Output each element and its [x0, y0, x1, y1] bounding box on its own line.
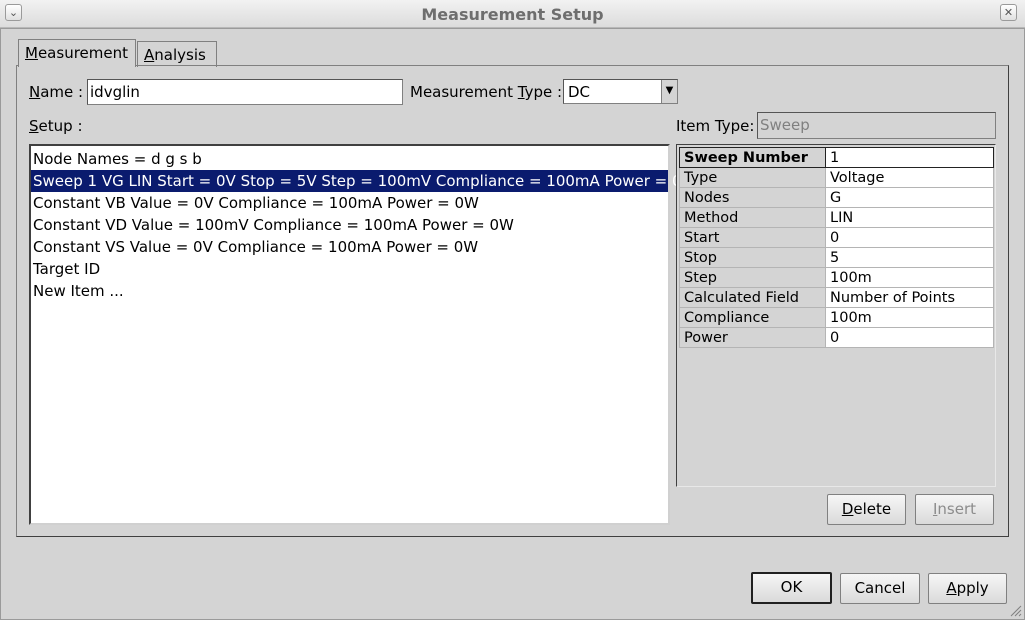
properties-grid: Sweep Number 1 Type Voltage Nodes G Method L… — [676, 144, 996, 487]
property-value[interactable]: Voltage — [825, 167, 994, 188]
item-type-field: Sweep — [757, 112, 996, 139]
property-value[interactable]: 100m — [825, 307, 994, 328]
list-item[interactable]: Constant VS Value = 0V Compliance = 100m… — [31, 236, 668, 258]
insert-button[interactable]: Insert — [915, 494, 994, 525]
property-value[interactable]: G — [825, 187, 994, 208]
table-row[interactable]: Step 100m — [679, 267, 994, 288]
property-value[interactable]: 100m — [825, 267, 994, 288]
name-label: Name : — [29, 83, 84, 101]
name-input-value: idvglin — [90, 83, 140, 101]
tab-measurement[interactable]: Measurement — [18, 39, 136, 67]
property-value[interactable]: 5 — [825, 247, 994, 268]
tab-mnemonic: M — [25, 44, 38, 62]
property-name: Stop — [679, 247, 826, 268]
property-name: Sweep Number — [679, 147, 826, 168]
chevron-down-icon[interactable]: ▼ — [661, 80, 677, 103]
property-value[interactable]: 0 — [825, 327, 994, 348]
table-row[interactable]: Calculated Field Number of Points — [679, 287, 994, 308]
property-name: Compliance — [679, 307, 826, 328]
table-row[interactable]: Type Voltage — [679, 167, 994, 188]
table-row[interactable]: Compliance 100m — [679, 307, 994, 328]
table-row[interactable]: Method LIN — [679, 207, 994, 228]
name-input[interactable]: idvglin — [87, 79, 403, 105]
cancel-button[interactable]: Cancel — [840, 573, 920, 604]
apply-button[interactable]: Apply — [928, 573, 1007, 604]
table-row[interactable]: Sweep Number 1 — [679, 147, 994, 168]
close-icon: ✕ — [1003, 6, 1014, 19]
property-value[interactable]: LIN — [825, 207, 994, 228]
property-value[interactable]: 1 — [825, 147, 994, 168]
list-item[interactable]: Target ID — [31, 258, 668, 280]
window-close-button[interactable]: ✕ — [1000, 4, 1017, 21]
list-item[interactable]: New Item ... — [31, 280, 668, 302]
measurement-type-label: Measurement Type : — [410, 83, 563, 101]
table-row[interactable]: Power 0 — [679, 327, 994, 348]
table-row[interactable]: Nodes G — [679, 187, 994, 208]
tab-label: easurement — [37, 44, 128, 62]
property-name: Nodes — [679, 187, 826, 208]
table-row[interactable]: Start 0 — [679, 227, 994, 248]
item-type-label: Item Type: — [676, 117, 755, 135]
table-row[interactable]: Stop 5 — [679, 247, 994, 268]
measurement-type-select[interactable]: DC ▼ — [563, 79, 678, 104]
list-item[interactable]: Constant VB Value = 0V Compliance = 100m… — [31, 192, 668, 214]
property-value[interactable]: Number of Points — [825, 287, 994, 308]
title-bar: ⌄ Measurement Setup ✕ — [0, 0, 1025, 28]
item-type-value: Sweep — [760, 116, 810, 134]
setup-list[interactable]: Node Names = d g s b Sweep 1 VG LIN Star… — [29, 144, 696, 525]
property-name: Start — [679, 227, 826, 248]
delete-button[interactable]: Delete — [827, 494, 906, 525]
ok-button[interactable]: OK — [751, 572, 832, 604]
list-item[interactable]: Node Names = d g s b — [31, 148, 668, 170]
list-item[interactable]: Constant VD Value = 100mV Compliance = 1… — [31, 214, 668, 236]
tab-label: nalysis — [154, 46, 206, 64]
property-name: Method — [679, 207, 826, 228]
tab-analysis[interactable]: Analysis — [137, 41, 217, 67]
property-name: Step — [679, 267, 826, 288]
setup-label: Setup : — [29, 117, 83, 135]
property-name: Power — [679, 327, 826, 348]
property-value[interactable]: 0 — [825, 227, 994, 248]
window-title: Measurement Setup — [421, 5, 604, 24]
property-name: Type — [679, 167, 826, 188]
list-item-selected[interactable]: Sweep 1 VG LIN Start = 0V Stop = 5V Step… — [31, 170, 696, 192]
tab-mnemonic: A — [144, 46, 155, 64]
property-name: Calculated Field — [679, 287, 826, 308]
resize-grip-icon[interactable] — [1010, 605, 1022, 617]
measurement-type-value: DC — [568, 83, 591, 101]
